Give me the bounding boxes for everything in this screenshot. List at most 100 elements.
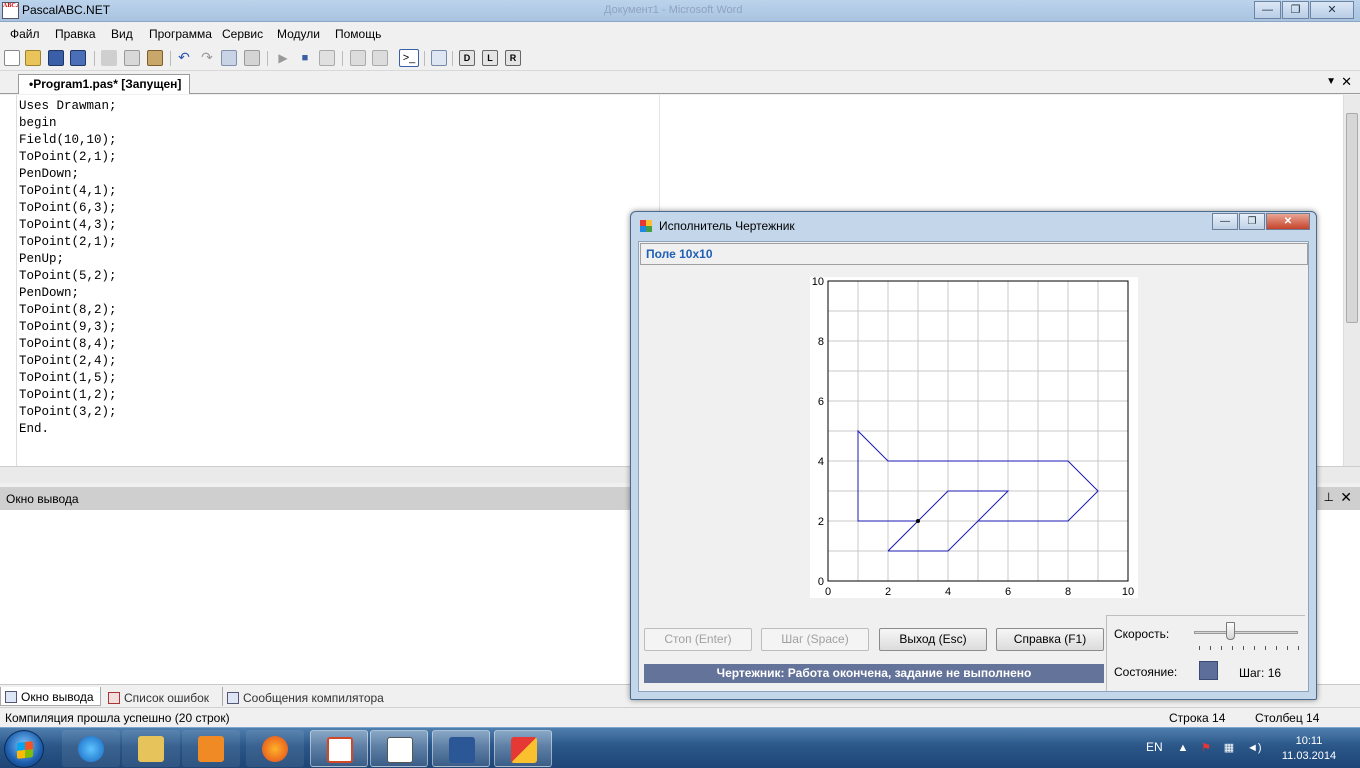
code-line[interactable]: ToPoint(8,4); [19,336,117,353]
help-button[interactable]: Справка (F1) [996,628,1104,651]
start-button[interactable] [4,730,44,768]
code-line[interactable]: ToPoint(2,1); [19,149,117,166]
powerpoint-icon [327,737,353,763]
y-tick-label: 0 [818,576,824,588]
code-text[interactable]: Uses Drawman; begin Field(10,10); ToPoint(2… [19,98,117,438]
exit-button[interactable]: Выход (Esc) [879,628,987,651]
view-r-icon[interactable]: R [505,50,521,66]
outdent-icon[interactable] [244,50,260,66]
save-all-icon[interactable] [70,50,86,66]
firefox-icon [262,736,288,762]
menu-file[interactable]: Файл [10,27,40,41]
tab-compiler-messages[interactable]: Сообщения компилятора [222,687,390,706]
media-player-icon [198,736,224,762]
code-line[interactable]: ToPoint(2,1); [19,234,117,251]
code-line[interactable]: ToPoint(1,5); [19,370,117,387]
undo-icon[interactable]: ↶ [176,50,192,66]
code-line[interactable]: End. [19,421,117,438]
taskbar-drawman[interactable] [494,730,552,767]
uncomment-icon[interactable] [372,50,388,66]
taskbar-word[interactable] [432,730,490,767]
redo-icon[interactable]: ↷ [199,50,215,66]
drawman-taskbar-icon [511,737,537,763]
view-d-icon[interactable]: D [459,50,475,66]
language-indicator[interactable]: EN [1146,740,1163,754]
taskbar-pascalabc[interactable] [370,730,428,767]
code-line[interactable]: ToPoint(4,3); [19,217,117,234]
stop-icon[interactable]: ■ [297,50,313,66]
save-icon[interactable] [48,50,64,66]
y-tick-label: 4 [818,456,824,468]
code-line[interactable]: ToPoint(6,3); [19,200,117,217]
speed-slider-thumb[interactable] [1226,622,1235,640]
menu-edit[interactable]: Правка [55,27,96,41]
code-line[interactable]: ToPoint(9,3); [19,319,117,336]
drawman-minimize-button[interactable]: — [1212,213,1238,230]
code-line[interactable]: PenUp; [19,251,117,268]
code-line[interactable]: ToPoint(8,2); [19,302,117,319]
stop-button[interactable]: Стоп (Enter) [644,628,752,651]
menu-view[interactable]: Вид [111,27,133,41]
debug-icon[interactable] [319,50,335,66]
menu-service[interactable]: Сервис [222,27,263,41]
open-folder-icon[interactable] [25,50,41,66]
copy-icon[interactable] [124,50,140,66]
tab-list-chevron-icon[interactable]: ▼ [1326,76,1336,87]
menu-help[interactable]: Помощь [335,27,381,41]
editor-vertical-scrollbar[interactable] [1343,95,1360,466]
network-icon[interactable]: ▦ [1222,742,1236,755]
field-size-label: Поле 10x10 [646,247,713,261]
code-line[interactable]: ToPoint(5,2); [19,268,117,285]
menu-modules[interactable]: Модули [277,27,320,41]
maximize-button[interactable]: ❐ [1282,1,1309,19]
taskbar-powerpoint[interactable] [310,730,368,767]
cut-icon[interactable] [101,50,117,66]
taskbar-explorer[interactable] [122,730,180,767]
taskbar-internet-explorer[interactable] [62,730,120,767]
drawman-icon [640,220,653,233]
code-line[interactable]: Uses Drawman; [19,98,117,115]
action-center-icon[interactable]: ⚑ [1199,742,1213,755]
view-l-icon[interactable]: L [482,50,498,66]
field-header: Поле 10x10 [640,243,1308,265]
clock[interactable]: 10:11 11.03.2014 [1278,734,1340,764]
y-tick-label: 6 [818,396,824,408]
speed-slider-track[interactable] [1194,631,1298,634]
drawman-close-button[interactable]: ✕ [1266,213,1310,230]
editor-margin [0,95,17,466]
step-button[interactable]: Шаг (Space) [761,628,869,651]
format-icon[interactable] [431,50,447,66]
code-line[interactable]: begin [19,115,117,132]
indent-icon[interactable] [221,50,237,66]
tab-errors[interactable]: Список ошибок [104,687,215,706]
volume-icon[interactable]: ◄) [1247,742,1262,755]
y-tick-label: 2 [818,516,824,528]
taskbar-firefox[interactable] [246,730,304,767]
tab-program1[interactable]: •Program1.pas* [Запущен] [18,74,191,94]
minimize-button[interactable]: — [1254,1,1281,19]
taskbar-media-player[interactable] [182,730,240,767]
tab-output[interactable]: Окно вывода [0,687,101,706]
code-line[interactable]: Field(10,10); [19,132,117,149]
word-icon [449,737,475,763]
code-line[interactable]: PenDown; [19,285,117,302]
code-line[interactable]: ToPoint(4,1); [19,183,117,200]
code-line[interactable]: PenDown; [19,166,117,183]
close-panel-icon[interactable]: ✕ [1340,489,1352,506]
show-hidden-icons-icon[interactable]: ▲ [1176,742,1190,755]
close-tab-icon[interactable]: ✕ [1341,74,1352,90]
new-file-icon[interactable] [4,50,20,66]
code-line[interactable]: ToPoint(1,2); [19,387,117,404]
scrollbar-thumb[interactable] [1346,113,1358,323]
code-line[interactable]: ToPoint(3,2); [19,404,117,421]
drawman-maximize-button[interactable]: ❐ [1239,213,1265,230]
comment-icon[interactable] [350,50,366,66]
paste-icon[interactable] [147,50,163,66]
run-icon[interactable]: ▶ [275,50,291,66]
console-icon[interactable]: >_ [399,49,419,67]
code-line[interactable]: ToPoint(2,4); [19,353,117,370]
error-list-icon [108,691,120,704]
close-button[interactable]: ✕ [1310,1,1354,19]
menu-program[interactable]: Программа [149,27,212,41]
pin-icon[interactable]: ⊥ [1324,490,1334,504]
